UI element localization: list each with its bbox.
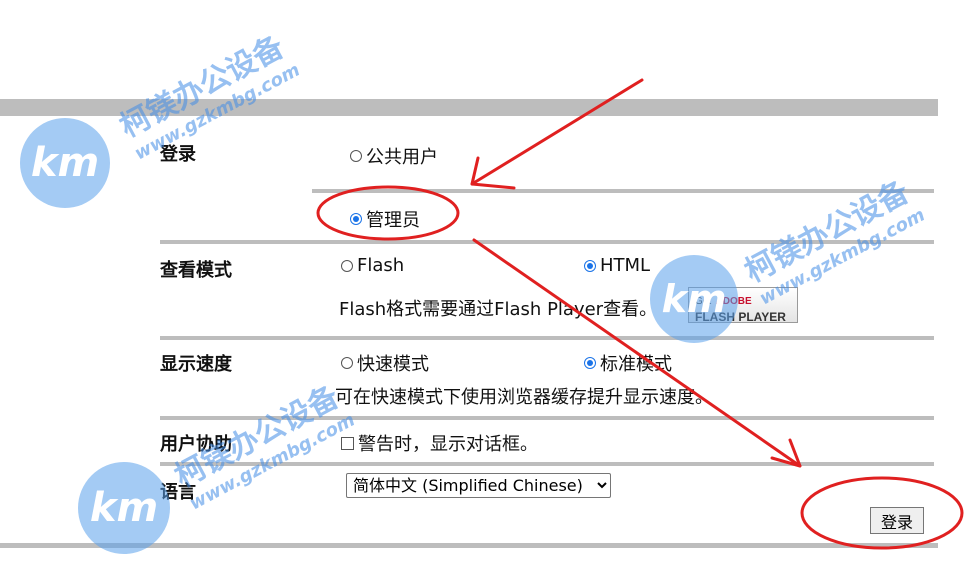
radio-public-user[interactable]: 公共用户 [350,143,438,169]
public-user-label: 公共用户 [366,147,438,168]
warning-dialog-checkbox-box[interactable] [341,436,354,450]
radio-flash-circle[interactable] [341,259,353,272]
radio-standard-mode[interactable]: 标准模式 [584,350,672,376]
radio-public-user-circle[interactable] [350,150,362,162]
flash-badge-get: Get [695,296,712,307]
login-label: 登录 [160,144,196,165]
flash-badge-adobe: ADOBE [715,296,752,307]
divider-admin [160,240,934,244]
login-button[interactable]: 登录 [870,507,924,534]
divider-login [312,189,934,193]
radio-admin-circle[interactable] [350,213,362,225]
flash-label: Flash [357,255,405,276]
user-assist-label: 用户协助 [160,434,232,455]
standard-mode-label: 标准模式 [600,354,672,375]
view-mode-label: 查看模式 [160,260,232,281]
watermark-cn: 柯镁办公设备 [114,29,290,145]
divider-view [160,336,934,340]
radio-html[interactable]: HTML [584,255,650,276]
html-label: HTML [600,255,651,276]
warning-dialog-checkbox[interactable]: 警告时，显示对话框。 [341,430,538,456]
radio-flash[interactable]: Flash [341,255,404,276]
arrow-to-admin [470,78,644,190]
top-divider [0,99,938,116]
language-label: 语言 [160,482,196,503]
display-speed-label: 显示速度 [160,354,232,375]
divider-assist [160,462,934,466]
bottom-divider [0,543,938,548]
warning-dialog-label: 警告时，显示对话框。 [358,434,538,455]
radio-html-circle[interactable] [584,259,596,272]
radio-fast-mode[interactable]: 快速模式 [341,350,429,376]
language-select[interactable]: 简体中文 (Simplified Chinese) [346,473,611,498]
radio-fast-mode-circle[interactable] [341,357,353,369]
speed-note: 可在快速模式下使用浏览器缓存提升显示速度。 [335,387,713,408]
radio-standard-mode-circle[interactable] [584,357,596,369]
watermark-top-left: 柯镁办公设备 www.gzkmbg.com [111,21,304,165]
fast-mode-label: 快速模式 [357,354,429,375]
divider-speed [160,416,934,420]
get-flash-player-badge[interactable]: Get ADOBE FLASH PLAYER [688,287,798,324]
admin-label: 管理员 [366,210,420,231]
flash-note: Flash格式需要通过Flash Player查看。 [339,299,658,320]
flash-badge-player: FLASH PLAYER [695,310,786,324]
radio-admin[interactable]: 管理员 [350,206,420,232]
watermark-cn: 柯镁办公设备 [739,174,915,290]
km-logo-icon: km [20,118,110,208]
km-logo-icon: km [78,462,170,554]
